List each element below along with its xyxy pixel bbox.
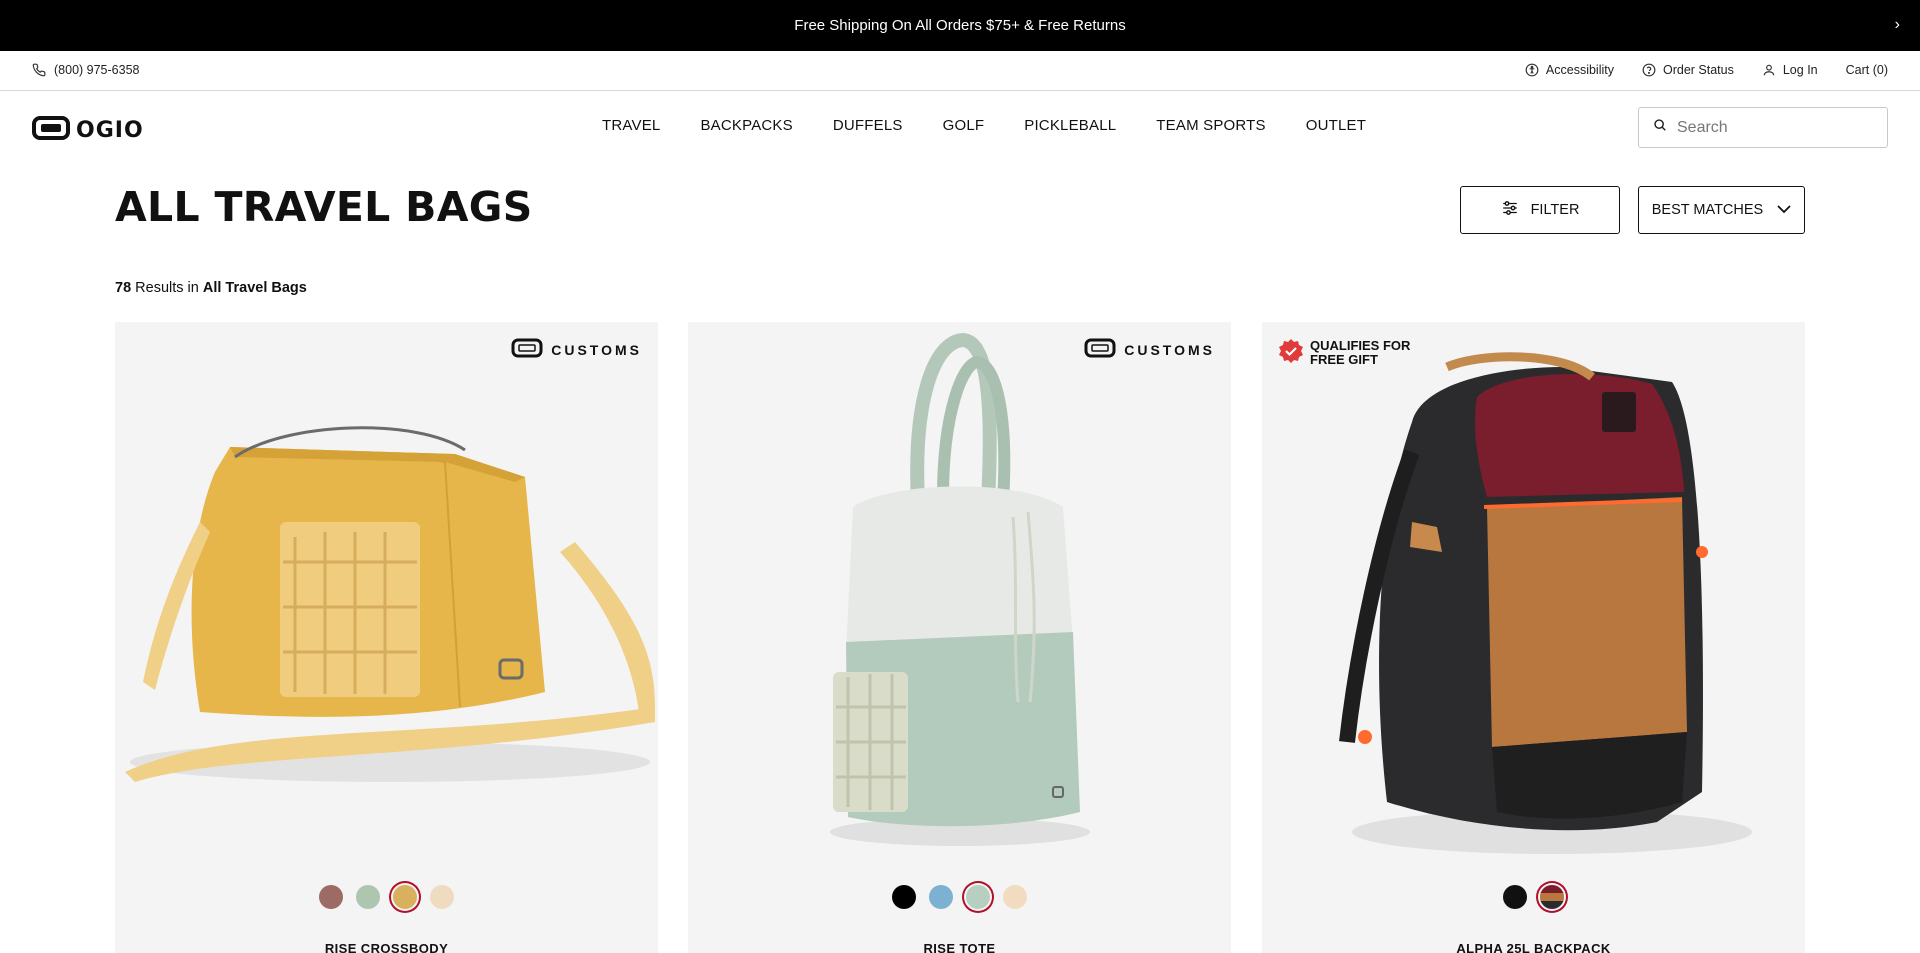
nav-travel[interactable]: TRAVEL <box>602 117 660 134</box>
ogio-logo[interactable]: OGIO <box>32 116 144 145</box>
login-label: Log In <box>1782 63 1818 77</box>
free-gift-badge: QUALIFIES FOR FREE GIFT <box>1278 338 1410 367</box>
color-swatch-selected[interactable] <box>393 885 417 909</box>
search-input[interactable] <box>1677 118 1867 137</box>
results-summary: 78 Results in All Travel Bags <box>115 280 307 296</box>
results-text: Results in <box>131 280 203 296</box>
customs-badge: CUSTOMS <box>511 338 642 361</box>
customs-label: CUSTOMS <box>551 341 642 358</box>
customs-logo-icon <box>1084 338 1116 361</box>
search-icon <box>1653 118 1667 137</box>
sliders-icon <box>1501 199 1519 221</box>
phone-number: (800) 975-6358 <box>54 63 140 77</box>
promo-text: Free Shipping On All Orders $75+ & Free … <box>794 17 1126 34</box>
chevron-down-icon <box>1777 202 1791 218</box>
page-title: ALL TRAVEL BAGS <box>115 183 533 231</box>
product-name[interactable]: RISE TOTE <box>688 941 1231 953</box>
order-status-link[interactable]: Order Status <box>1642 63 1734 77</box>
phone-link[interactable]: (800) 975-6358 <box>32 63 139 77</box>
cart-label: Cart (0) <box>1845 63 1888 77</box>
color-swatch[interactable] <box>1503 885 1527 909</box>
product-name[interactable]: ALPHA 25L BACKPACK <box>1262 941 1805 953</box>
color-swatches <box>688 885 1231 909</box>
help-circle-icon <box>1642 63 1656 77</box>
cart-link[interactable]: Cart (0) <box>1846 63 1888 77</box>
free-gift-line1: QUALIFIES FOR <box>1310 337 1411 353</box>
sort-label: BEST MATCHES <box>1651 202 1764 218</box>
color-swatch[interactable] <box>1003 885 1027 909</box>
promo-bar: Free Shipping On All Orders $75+ & Free … <box>0 0 1920 51</box>
filter-button[interactable]: FILTER <box>1460 186 1620 234</box>
color-swatches <box>115 885 658 909</box>
accessibility-link[interactable]: Accessibility <box>1525 63 1614 77</box>
primary-nav: TRAVEL BACKPACKS DUFFELS GOLF PICKLEBALL… <box>602 117 1366 134</box>
main-header: OGIO TRAVEL BACKPACKS DUFFELS GOLF PICKL… <box>0 92 1920 160</box>
customs-badge: CUSTOMS <box>1084 338 1215 361</box>
product-image-rise-crossbody[interactable] <box>115 322 658 882</box>
color-swatch-selected[interactable] <box>1540 885 1564 909</box>
color-swatch[interactable] <box>892 885 916 909</box>
color-swatch[interactable] <box>430 885 454 909</box>
free-gift-label: QUALIFIES FOR FREE GIFT <box>1310 337 1411 367</box>
promo-next-arrow-icon[interactable]: › <box>1895 16 1900 34</box>
accessibility-label: Accessibility <box>1545 63 1614 77</box>
utility-bar: (800) 975-6358 Accessibility Order Statu… <box>0 51 1920 91</box>
nav-golf[interactable]: GOLF <box>943 117 985 134</box>
nav-backpacks[interactable]: BACKPACKS <box>700 117 792 134</box>
search-box[interactable] <box>1638 107 1888 148</box>
product-card[interactable]: CUSTOMS RISE TOTE <box>688 322 1231 953</box>
product-card[interactable]: QUALIFIES FOR FREE GIFT ALPHA 25L BACKPA… <box>1262 322 1805 953</box>
product-card[interactable]: CUSTOMS RISE CROSSBODY <box>115 322 658 953</box>
login-link[interactable]: Log In <box>1762 63 1818 77</box>
free-gift-line2: FREE GIFT <box>1310 351 1378 367</box>
nav-duffels[interactable]: DUFFELS <box>833 117 903 134</box>
badge-check-icon <box>1278 338 1304 367</box>
nav-pickleball[interactable]: PICKLEBALL <box>1024 117 1116 134</box>
color-swatch[interactable] <box>356 885 380 909</box>
color-swatch[interactable] <box>319 885 343 909</box>
logo-wordmark: OGIO <box>76 118 144 143</box>
color-swatch[interactable] <box>929 885 953 909</box>
color-swatch-selected[interactable] <box>966 885 990 909</box>
order-status-label: Order Status <box>1662 63 1734 77</box>
customs-label: CUSTOMS <box>1124 341 1215 358</box>
nav-team-sports[interactable]: TEAM SPORTS <box>1156 117 1265 134</box>
phone-icon <box>32 63 46 77</box>
user-icon <box>1762 63 1776 77</box>
accessibility-icon <box>1525 63 1539 77</box>
sort-dropdown[interactable]: BEST MATCHES <box>1638 186 1805 234</box>
product-image-alpha-25l-backpack[interactable] <box>1262 322 1805 882</box>
color-swatches <box>1262 885 1805 909</box>
product-name[interactable]: RISE CROSSBODY <box>115 941 658 953</box>
ogio-logo-mark-icon <box>32 116 70 145</box>
results-count: 78 <box>115 280 132 296</box>
product-image-rise-tote[interactable] <box>688 322 1231 882</box>
nav-outlet[interactable]: OUTLET <box>1306 117 1366 134</box>
results-category: All Travel Bags <box>202 280 307 296</box>
filter-label: FILTER <box>1530 202 1580 218</box>
customs-logo-icon <box>511 338 543 361</box>
